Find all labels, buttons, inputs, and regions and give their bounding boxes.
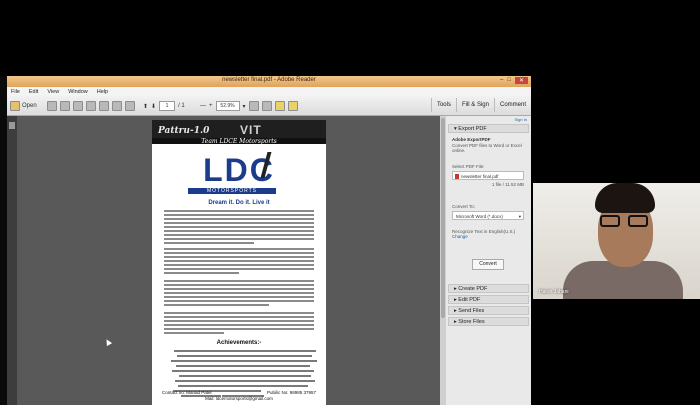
file-tools <box>47 101 135 111</box>
comment-icon[interactable] <box>274 101 285 111</box>
zoom-controls: — + 52.9% ▾ <box>200 101 298 111</box>
zoom-in-icon[interactable]: + <box>209 103 213 109</box>
menu-file[interactable]: File <box>11 89 20 95</box>
paragraph-3 <box>164 280 314 308</box>
create-pdf-heading: Create PDF <box>458 286 488 292</box>
menu-bar: File Edit View Window Help <box>7 87 531 96</box>
video-call-top-band <box>0 0 700 76</box>
highlight-icon[interactable] <box>287 101 298 111</box>
maximize-button[interactable]: □ <box>507 77 511 84</box>
create-pdf-icon[interactable] <box>47 101 57 111</box>
title-bar: newsletter final.pdf - Adobe Reader – □ … <box>7 76 531 87</box>
file-name: newsletter final.pdf <box>461 174 499 179</box>
pdf-page: LDC MOTORSPORTS Dream it. Do it. Live it… <box>152 144 326 405</box>
scrollbar-thumb[interactable] <box>441 118 445 318</box>
toolbar-panes: Tools Fill & Sign Comment <box>430 98 531 112</box>
newsletter-banner: Pattru-1.0 VIT Team LDCE Motorsports <box>152 120 326 145</box>
edit-pdf-heading: Edit PDF <box>458 297 481 303</box>
attachments-icon[interactable] <box>9 122 15 129</box>
contact-email: Mail: ldcemotorsports@gmail.com <box>205 396 273 401</box>
export-app-name: Adobe ExportPDF <box>452 137 491 142</box>
next-page-icon[interactable]: ⬇ <box>151 103 156 110</box>
page-total: / 1 <box>178 103 185 109</box>
export-description: Convert PDF files to Word or Excel onlin… <box>452 143 522 153</box>
menu-window[interactable]: Window <box>68 89 88 95</box>
pdf-file-icon <box>455 174 459 179</box>
open-button[interactable]: Open <box>10 101 37 111</box>
chevron-down-icon: ▾ <box>518 214 521 219</box>
convert-to-label: Convert To: <box>452 204 475 209</box>
minimize-button[interactable]: – <box>500 77 503 84</box>
open-label: Open <box>22 103 37 109</box>
contact-line: Contact no: Manad Patel Pubilic No: 9898… <box>162 390 316 395</box>
sign-in-link[interactable]: Sign In <box>515 117 527 122</box>
print-icon[interactable] <box>86 101 96 111</box>
convert-to-select[interactable]: Microsoft Word (*.docx) ▾ <box>452 211 524 220</box>
selected-file[interactable]: newsletter final.pdf <box>452 171 524 180</box>
banner-brand: Pattru-1.0 <box>158 126 210 136</box>
tools-pane: Sign In ▾ Export PDF Adobe ExportPDF Con… <box>446 116 531 405</box>
file-count: 1 file / 11.52 MB <box>491 182 524 187</box>
store-files-heading: Store Files <box>458 319 485 325</box>
window-controls: – □ ✕ <box>500 77 528 84</box>
menu-view[interactable]: View <box>47 89 59 95</box>
page-navigation: ⬆ ⬇ 1 / 1 <box>143 101 185 111</box>
zoom-input[interactable]: 52.9% <box>215 101 240 111</box>
paragraph-2 <box>164 248 314 276</box>
menu-help[interactable]: Help <box>97 89 108 95</box>
save-icon[interactable] <box>60 101 70 111</box>
email-icon[interactable] <box>99 101 109 111</box>
banner-logo: VIT <box>240 123 262 137</box>
share-icon[interactable] <box>125 101 135 111</box>
contact-left: Contact no: Manad Patel <box>162 390 212 395</box>
logo-subtitle: MOTORSPORTS <box>188 188 276 194</box>
document-view[interactable]: Pattru-1.0 VIT Team LDCE Motorsports LDC… <box>17 116 440 405</box>
left-edge <box>0 76 7 405</box>
contact-right: Pubilic No: 98985 37957 <box>266 390 316 395</box>
menu-edit[interactable]: Edit <box>29 89 38 95</box>
window-title: newsletter final.pdf - Adobe Reader <box>222 77 316 83</box>
participant-video[interactable]: Harsh Jahani <box>533 183 700 299</box>
convert-button[interactable]: Convert <box>472 259 504 270</box>
comment-tab[interactable]: Comment <box>493 98 531 112</box>
store-files-section[interactable]: ▸ Store Files <box>448 317 529 326</box>
previous-page-icon[interactable]: ⬆ <box>143 103 148 110</box>
close-button[interactable]: ✕ <box>514 77 528 84</box>
adobe-reader-window: newsletter final.pdf - Adobe Reader – □ … <box>7 76 531 405</box>
ldc-logo: LDC <box>203 152 275 188</box>
zoom-dropdown-icon[interactable]: ▾ <box>243 103 246 110</box>
fill-sign-tab[interactable]: Fill & Sign <box>455 98 494 112</box>
edit-pdf-section[interactable]: ▸ Edit PDF <box>448 295 529 304</box>
navigation-pane <box>7 116 17 405</box>
edit-icon[interactable] <box>73 101 83 111</box>
create-pdf-section[interactable]: ▸ Create PDF <box>448 284 529 293</box>
paragraph-1 <box>164 210 314 246</box>
mouse-cursor-icon <box>103 337 113 347</box>
select-file-label: Select PDF File: <box>452 164 485 169</box>
achievements-right <box>252 350 322 390</box>
tagline: Dream it. Do it. Live it <box>208 200 270 206</box>
participant-name: Harsh Jahani <box>539 289 569 295</box>
glasses <box>600 215 652 227</box>
scroll-mode-icon[interactable] <box>261 101 272 111</box>
export-pdf-section[interactable]: ▾ Export PDF <box>448 124 529 133</box>
folder-icon <box>10 101 20 111</box>
achievements-heading: Achievements:- <box>216 340 262 346</box>
change-link[interactable]: Change <box>452 234 526 239</box>
page-number-input[interactable]: 1 <box>159 101 176 111</box>
export-pdf-heading: Export PDF <box>458 126 487 132</box>
send-files-heading: Send Files <box>458 308 485 314</box>
fit-page-icon[interactable] <box>248 101 259 111</box>
participant-hair <box>595 183 655 213</box>
convert-to-value: Microsoft Word (*.docx) <box>456 214 503 219</box>
tools-tab[interactable]: Tools <box>430 98 456 112</box>
send-files-section[interactable]: ▸ Send Files <box>448 306 529 315</box>
toolbar: Open ⬆ ⬇ 1 / 1 — + 52.9% ▾ Tools Fill & … <box>7 96 531 116</box>
paragraph-4 <box>164 312 314 336</box>
cloud-icon[interactable] <box>112 101 122 111</box>
zoom-out-icon[interactable]: — <box>200 103 206 109</box>
